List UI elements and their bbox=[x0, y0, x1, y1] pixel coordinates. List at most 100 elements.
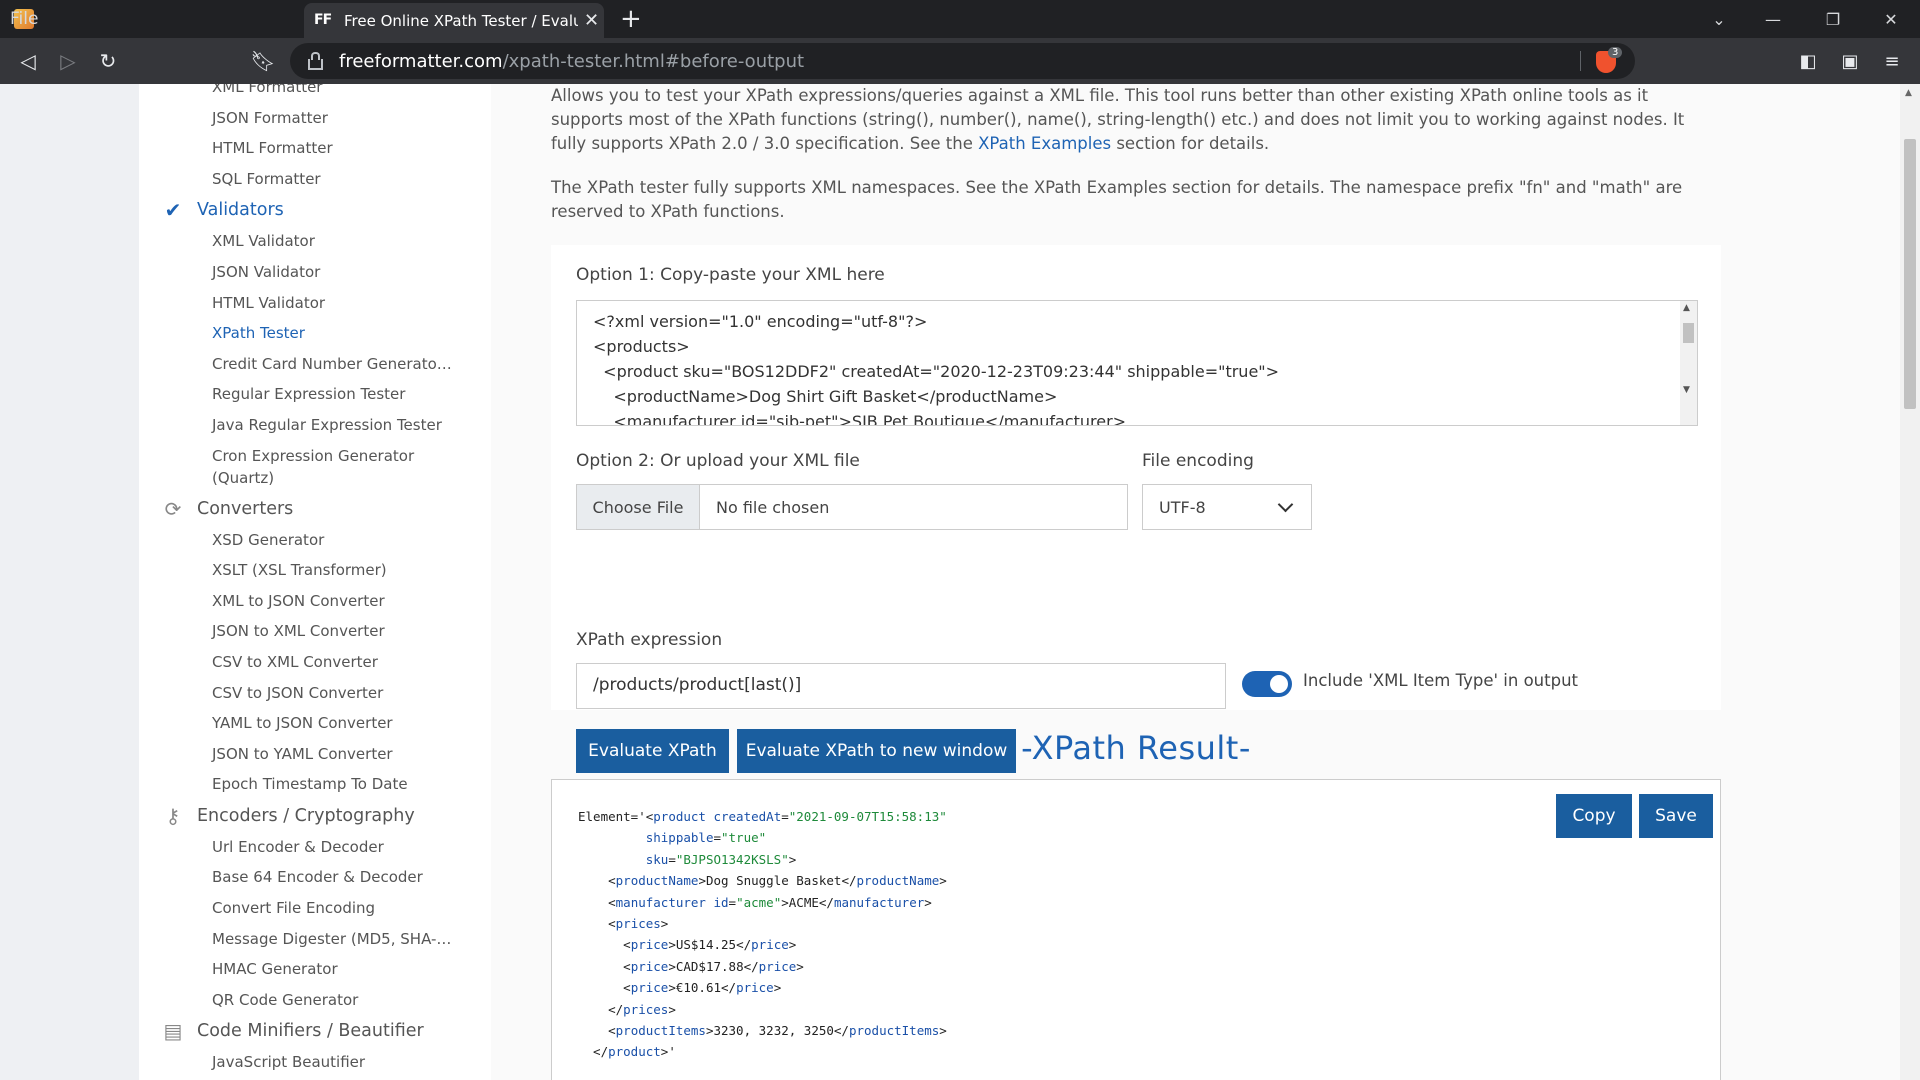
xml-input-scrollbar[interactable]: ▲ ▼ bbox=[1680, 301, 1697, 425]
page: XML Formatter JSON Formatter HTML Formatte… bbox=[0, 84, 1900, 1080]
xpath-expression-value: /products/product[last()] bbox=[593, 675, 802, 695]
page-scroll-thumb[interactable] bbox=[1904, 139, 1916, 409]
sidebar-item-xml-formatter[interactable]: XML Formatter bbox=[139, 84, 457, 103]
sidebar-item-html-formatter[interactable]: HTML Formatter bbox=[139, 133, 457, 164]
sidebar-category-converters[interactable]: ⟳ Converters bbox=[139, 493, 491, 525]
sidebar-item-html-validator[interactable]: HTML Validator bbox=[139, 288, 457, 319]
tab-search-chevron-icon[interactable]: ⌄ bbox=[1696, 0, 1742, 38]
sidebar-item-javascript-beautifier[interactable]: JavaScript Beautifier bbox=[139, 1047, 457, 1078]
new-tab-button[interactable]: + bbox=[620, 4, 642, 34]
sidebar-item-sql-formatter[interactable]: SQL Formatter bbox=[139, 164, 457, 195]
file-status: No file chosen bbox=[716, 497, 830, 517]
file-encoding-select[interactable]: UTF-8 bbox=[1142, 484, 1312, 530]
sidebar-item-yaml-to-json-converter[interactable]: YAML to JSON Converter bbox=[139, 708, 457, 739]
xpath-expression-label: XPath expression bbox=[576, 630, 723, 650]
sidebar-list: XML Formatter JSON Formatter HTML Formatte… bbox=[139, 84, 491, 1078]
file-encoding-value: UTF-8 bbox=[1159, 497, 1206, 517]
forward-icon[interactable]: ▷ bbox=[50, 38, 86, 84]
sidebar-item-xsd-generator[interactable]: XSD Generator bbox=[139, 525, 457, 556]
sidebar-item-credit-card-number-generator-validator[interactable]: Credit Card Number Generator & Validator bbox=[139, 349, 457, 380]
brave-shield-badge: 3 bbox=[1608, 47, 1623, 58]
sidebar-category-label: Encoders / Cryptography bbox=[197, 805, 415, 826]
tab-xpath-tester[interactable]: FF Free Online XPath Tester / Evaluator … bbox=[304, 3, 604, 38]
page-scrollbar[interactable]: ▲ bbox=[1900, 84, 1920, 1080]
sidebar-category-label: Converters bbox=[197, 498, 294, 519]
freeformatter-favicon-icon: FF bbox=[314, 11, 332, 28]
reload-icon[interactable]: ↻ bbox=[90, 38, 126, 84]
url-text: freeformatter.com/xpath-tester.html#befo… bbox=[339, 50, 805, 72]
sidebar-category-validators[interactable]: ✔ Validators bbox=[139, 194, 491, 226]
xml-line: <?xml version="1.0" encoding="utf-8"?> bbox=[593, 312, 928, 331]
close-window-icon[interactable]: ✕ bbox=[1868, 0, 1914, 38]
address-bar[interactable]: freeformatter.com/xpath-tester.html#befo… bbox=[290, 43, 1635, 79]
include-item-type-toggle[interactable] bbox=[1242, 671, 1292, 697]
page-scroll-up-icon[interactable]: ▲ bbox=[1905, 88, 1912, 98]
sidebar-item-xslt-xsl-transformer[interactable]: XSLT (XSL Transformer) bbox=[139, 555, 457, 586]
sidebar-item-convert-file-encoding[interactable]: Convert File Encoding bbox=[139, 893, 457, 924]
sidebar-item-json-formatter[interactable]: JSON Formatter bbox=[139, 103, 457, 134]
chevron-down-icon bbox=[1277, 496, 1294, 513]
tab-file-label: File bbox=[10, 9, 39, 29]
minimize-icon[interactable]: — bbox=[1750, 0, 1796, 38]
sidebar-item-csv-to-xml-converter[interactable]: CSV to XML Converter bbox=[139, 647, 457, 678]
xml-input-textarea[interactable]: <?xml version="1.0" encoding="utf-8"?> <p… bbox=[576, 300, 1698, 426]
sidebar-category-code-minifiers-beautifier[interactable]: ▤ Code Minifiers / Beautifier bbox=[139, 1015, 491, 1047]
choose-file-button[interactable]: Choose File bbox=[577, 485, 700, 529]
sidebar-item-qr-code-generator[interactable]: QR Code Generator bbox=[139, 985, 457, 1016]
tab-title: Free Online XPath Tester / Evaluator bbox=[344, 11, 578, 30]
xpath-expression-input[interactable]: /products/product[last()] bbox=[576, 663, 1226, 709]
intro: Allows you to test your XPath expression… bbox=[551, 84, 1721, 244]
xml-line: <products> bbox=[593, 337, 690, 356]
address-divider bbox=[1580, 51, 1581, 71]
sidebar-item-csv-to-json-converter[interactable]: CSV to JSON Converter bbox=[139, 678, 457, 709]
xpath-examples-link[interactable]: XPath Examples bbox=[978, 134, 1111, 153]
browser-toolbar: ◁ ▷ ↻ 🔖︎ freeformatter.com/xpath-tester.… bbox=[0, 38, 1920, 84]
sidebar-item-json-validator[interactable]: JSON Validator bbox=[139, 257, 457, 288]
sidebar-item-xpath-tester[interactable]: XPath Tester bbox=[139, 318, 457, 349]
xml-line: <manufacturer id="sjb-pet">SJB Pet Bouti… bbox=[593, 412, 1127, 426]
check-icon: ✔ bbox=[164, 198, 182, 223]
file-upload-input[interactable]: Choose File No file chosen bbox=[576, 484, 1128, 530]
restore-icon[interactable]: ❐ bbox=[1810, 0, 1856, 38]
back-icon[interactable]: ◁ bbox=[10, 38, 46, 84]
save-button[interactable]: Save bbox=[1639, 794, 1713, 838]
sidebar-category-label: Code Minifiers / Beautifier bbox=[197, 1021, 424, 1042]
sidebar: XML Formatter JSON Formatter HTML Formatte… bbox=[139, 84, 491, 1080]
result-output: Element='<product createdAt="2021-09-07T… bbox=[578, 809, 947, 1060]
sidebar-item-cron-expression-generator-quartz[interactable]: Cron Expression Generator (Quartz) bbox=[139, 441, 457, 493]
include-item-type-label: Include 'XML Item Type' in output bbox=[1303, 671, 1579, 690]
xml-line: <product sku="BOS12DDF2" createdAt="2020… bbox=[593, 362, 1280, 381]
sidebar-item-xml-validator[interactable]: XML Validator bbox=[139, 226, 457, 257]
sidebar-item-json-to-xml-converter[interactable]: JSON to XML Converter bbox=[139, 616, 457, 647]
sidebar-item-epoch-timestamp-to-date[interactable]: Epoch Timestamp To Date bbox=[139, 769, 457, 800]
sidebar-item-message-digester-md5-sha-256-sha-512[interactable]: Message Digester (MD5, SHA-256, SHA-512) bbox=[139, 924, 457, 955]
xml-input-text: <?xml version="1.0" encoding="utf-8"?> <p… bbox=[593, 309, 1280, 426]
sidebar-item-base-64-encoder-decoder[interactable]: Base 64 Encoder & Decoder bbox=[139, 862, 457, 893]
sidebar-category-encoders-cryptography[interactable]: ⚷ Encoders / Cryptography bbox=[139, 800, 491, 832]
lock-icon bbox=[308, 51, 323, 70]
xml-line: <productName>Dog Shirt Gift Basket</prod… bbox=[593, 387, 1058, 406]
sidebar-item-url-encoder-decoder[interactable]: Url Encoder & Decoder bbox=[139, 832, 457, 863]
wallet-icon[interactable]: ▣ bbox=[1830, 38, 1870, 84]
menu-icon[interactable]: ≡ bbox=[1872, 38, 1912, 84]
sidebar-item-json-to-yaml-converter[interactable]: JSON to YAML Converter bbox=[139, 739, 457, 770]
tab-file[interactable]: File bbox=[0, 0, 300, 38]
tab-close-icon[interactable]: ✕ bbox=[584, 10, 599, 31]
scroll-thumb[interactable] bbox=[1683, 323, 1694, 343]
sidebar-item-regular-expression-tester[interactable]: Regular Expression Tester bbox=[139, 379, 457, 410]
sidebar-item-hmac-generator[interactable]: HMAC Generator bbox=[139, 954, 457, 985]
bookmark-icon[interactable]: 🔖︎ bbox=[245, 38, 281, 84]
scroll-down-icon[interactable]: ▼ bbox=[1683, 385, 1690, 395]
file-encoding-label: File encoding bbox=[1142, 451, 1254, 471]
file-icon: ▤ bbox=[163, 1019, 183, 1044]
intro-paragraph-2: The XPath tester fully supports XML name… bbox=[551, 178, 1683, 221]
sidebar-item-java-regular-expression-tester[interactable]: Java Regular Expression Tester bbox=[139, 410, 457, 441]
sidebar-toggle-icon[interactable]: ◧ bbox=[1788, 38, 1828, 84]
option1-label: Option 1: Copy-paste your XML here bbox=[576, 265, 885, 285]
option2-label: Option 2: Or upload your XML file bbox=[576, 451, 860, 471]
copy-button[interactable]: Copy bbox=[1556, 794, 1632, 838]
scroll-up-icon[interactable]: ▲ bbox=[1683, 303, 1690, 313]
sidebar-category-label: Validators bbox=[197, 200, 284, 221]
result-panel: Element='<product createdAt="2021-09-07T… bbox=[551, 779, 1721, 1080]
sidebar-item-xml-to-json-converter[interactable]: XML to JSON Converter bbox=[139, 586, 457, 617]
